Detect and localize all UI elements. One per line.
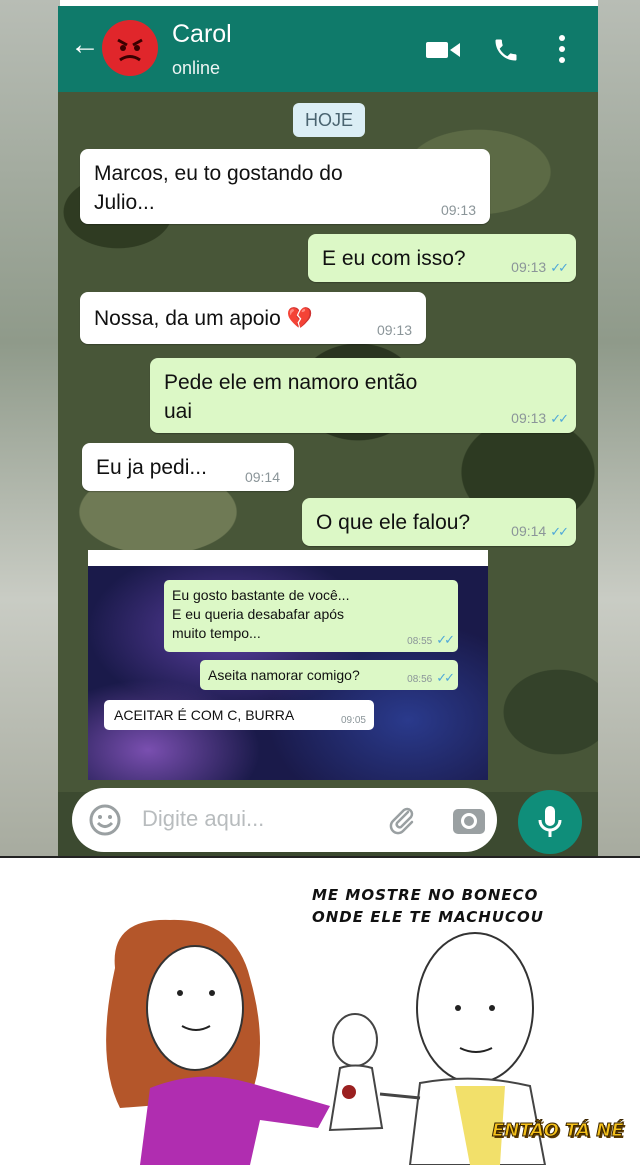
- embedded-cutoff-bubble: [88, 550, 488, 566]
- message-input-bar[interactable]: Digite aqui...: [72, 788, 497, 852]
- phone-icon[interactable]: [492, 36, 520, 64]
- video-call-icon[interactable]: [426, 40, 460, 60]
- embedded-message-time: 09:05: [340, 715, 366, 726]
- back-arrow-icon[interactable]: ←: [70, 30, 100, 60]
- embedded-message-outgoing: Aseita namorar comigo? 08:56 ✓✓: [200, 660, 458, 690]
- attach-icon[interactable]: [386, 804, 418, 836]
- chat-header: ← Carol online: [58, 6, 598, 92]
- double-check-icon: ✓✓: [436, 670, 455, 685]
- brand-watermark: ENTÃO TÁ NÉ: [492, 1120, 625, 1142]
- message-time: 09:14: [244, 469, 280, 485]
- embedded-message-text: ACEITAR É COM C, BURRA: [114, 707, 295, 723]
- message-text: Nossa, da um apoio 💔: [94, 307, 313, 330]
- embedded-message-time: 08:56: [407, 674, 433, 685]
- message-text: Pede ele em namoro então uai: [164, 371, 418, 423]
- embedded-message-text: Aseita namorar comigo?: [208, 667, 360, 683]
- double-check-icon: ✓✓: [436, 632, 455, 647]
- embedded-message-text: Eu gosto bastante de você... E eu queria…: [172, 587, 350, 641]
- message-time: 09:13: [376, 322, 412, 338]
- contact-name[interactable]: Carol: [172, 20, 232, 49]
- message-text: E eu com isso?: [322, 247, 466, 270]
- message-incoming[interactable]: Marcos, eu to gostando do Julio... 09:13: [80, 149, 490, 224]
- angry-face-icon[interactable]: [102, 20, 158, 76]
- message-time: 09:13: [511, 410, 547, 426]
- message-time: 09:13: [511, 259, 547, 275]
- double-check-icon: ✓✓: [550, 260, 569, 275]
- chat-screenshot: ← Carol online HOJE Marcos, eu to gostan…: [58, 6, 598, 856]
- embedded-message-outgoing: Eu gosto bastante de você... E eu queria…: [164, 580, 458, 652]
- embedded-message-time: 08:55: [407, 636, 433, 647]
- message-text: Eu ja pedi...: [96, 456, 207, 479]
- message-outgoing[interactable]: O que ele falou? 09:14 ✓✓: [302, 498, 576, 546]
- girl-figure: [106, 919, 330, 1165]
- blurred-background-right: [598, 0, 640, 856]
- double-check-icon: ✓✓: [550, 411, 569, 426]
- message-text: Marcos, eu to gostando do Julio...: [94, 162, 343, 214]
- message-outgoing[interactable]: E eu com isso? 09:13 ✓✓: [308, 234, 576, 282]
- message-time: 09:14: [511, 523, 547, 539]
- date-chip: HOJE: [293, 103, 365, 137]
- message-incoming[interactable]: Nossa, da um apoio 💔 09:13: [80, 292, 426, 344]
- mic-button[interactable]: [518, 790, 582, 854]
- message-outgoing[interactable]: Pede ele em namoro então uai 09:13 ✓✓: [150, 358, 576, 433]
- emoji-icon[interactable]: [88, 803, 122, 837]
- embedded-message-incoming: ACEITAR É COM C, BURRA 09:05: [104, 700, 374, 730]
- camera-icon[interactable]: [452, 805, 486, 835]
- comic-drawing: [106, 919, 547, 1165]
- mic-icon: [538, 806, 562, 837]
- contact-status: online: [172, 58, 221, 78]
- message-text: O que ele falou?: [316, 511, 471, 534]
- message-time: 09:13: [440, 202, 476, 218]
- double-check-icon: ✓✓: [550, 524, 569, 539]
- message-incoming[interactable]: Eu ja pedi... 09:14: [82, 443, 294, 491]
- blurred-background-left: [0, 0, 60, 856]
- meme-comic-panel: ME MOSTRE NO BONECO ONDE ELE TE MACHUCOU…: [0, 856, 640, 1165]
- doll-figure: [328, 1013, 384, 1132]
- more-vert-icon[interactable]: [558, 34, 566, 64]
- embedded-screenshot[interactable]: Eu gosto bastante de você... E eu queria…: [88, 550, 488, 780]
- message-input[interactable]: Digite aqui...: [142, 806, 264, 832]
